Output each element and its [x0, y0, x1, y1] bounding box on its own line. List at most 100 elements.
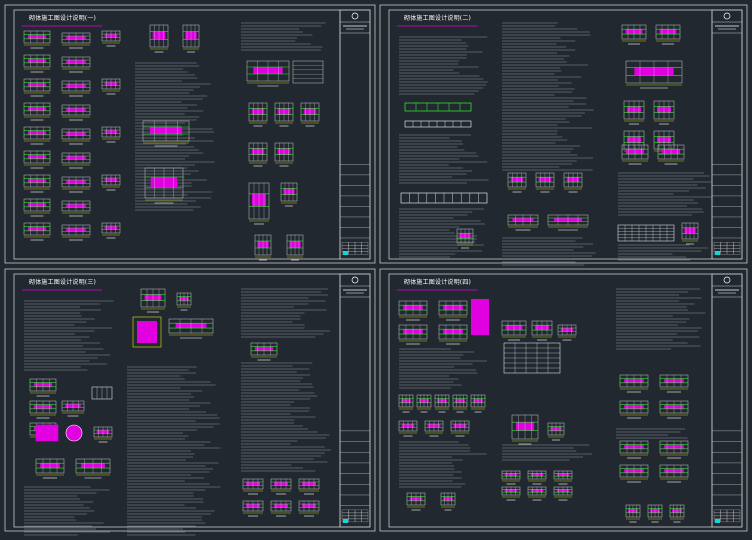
section-detail [659, 400, 689, 419]
section-detail [23, 150, 51, 169]
section-detail [621, 24, 647, 45]
section-detail [416, 394, 432, 413]
cad-drawing-set: 砌体施工图设计说明(一) 砌体施工图设计说明(二) 砌体施工图设计说明(三) 砌… [0, 0, 752, 536]
stair-detail [471, 299, 489, 335]
section-detail [398, 300, 428, 321]
section-detail [286, 234, 304, 261]
section-detail [507, 172, 527, 193]
design-notes-text [24, 486, 110, 536]
section-detail [557, 324, 577, 341]
section-detail [298, 500, 320, 517]
section-detail [619, 400, 649, 419]
sheet-title-top-left: 砌体施工图设计说明(一) [29, 15, 97, 22]
section-detail [248, 102, 268, 127]
qr-mark-icon [343, 251, 348, 255]
section-detail [470, 394, 486, 413]
section-detail [563, 172, 583, 193]
design-notes-text [399, 441, 487, 488]
section-detail [101, 78, 121, 95]
section-detail [625, 60, 683, 89]
design-notes-text [399, 134, 489, 184]
circle-stamp-icon [351, 276, 359, 284]
section-detail [424, 420, 444, 437]
section-detail [501, 470, 521, 485]
section-detail [61, 80, 91, 97]
circle-stamp-icon [723, 276, 731, 284]
section-detail [274, 102, 294, 127]
design-notes-text [399, 36, 488, 95]
section-detail [61, 32, 91, 49]
title-block [711, 273, 743, 528]
qr-mark-icon [343, 519, 348, 523]
sheet-outer-frame [4, 268, 376, 532]
section-detail [176, 292, 192, 311]
section-detail [280, 182, 298, 207]
section-detail [553, 486, 573, 501]
section-detail [101, 174, 121, 191]
section-detail [61, 400, 85, 417]
section-detail [456, 228, 474, 249]
section-detail [511, 414, 539, 445]
design-notes-text [135, 62, 215, 211]
section-detail [61, 128, 91, 145]
section-detail [23, 126, 51, 145]
design-notes-text [502, 444, 593, 461]
section-detail [274, 142, 294, 167]
section-detail [657, 144, 685, 165]
section-detail [140, 288, 166, 313]
circle-stamp-icon [723, 12, 731, 20]
section-detail [250, 342, 278, 361]
sheet-title-top-right: 砌体施工图设计说明(二) [404, 15, 472, 22]
section-detail [23, 102, 51, 121]
section-detail [23, 30, 51, 49]
section-detail [619, 464, 649, 483]
section-detail [242, 478, 264, 495]
sheet-title-bottom-right: 砌体施工图设计说明(四) [404, 279, 472, 286]
section-detail [75, 458, 111, 479]
section-detail [23, 174, 51, 193]
design-notes-text [616, 288, 706, 350]
section-detail [452, 394, 468, 413]
design-notes-text [399, 348, 487, 389]
qr-mark-icon [715, 251, 720, 255]
section-detail [101, 126, 121, 143]
section-detail [647, 504, 663, 523]
design-notes-text [241, 288, 331, 338]
section-detail [527, 470, 547, 485]
section-detail [248, 182, 270, 225]
section-detail [623, 100, 645, 125]
section-detail [61, 176, 91, 193]
section-detail [553, 470, 573, 485]
design-notes-text [618, 172, 713, 216]
section-detail [501, 320, 527, 341]
section-detail [182, 24, 200, 53]
section-detail [653, 100, 675, 125]
section-detail [507, 214, 539, 231]
section-detail [61, 56, 91, 73]
section-detail [659, 374, 689, 393]
section-detail [659, 440, 689, 459]
section-detail [619, 440, 649, 459]
title-block [339, 273, 371, 528]
section-detail [535, 172, 555, 193]
section-detail [168, 318, 214, 339]
design-notes-text [127, 366, 221, 536]
section-detail [438, 300, 468, 321]
section-detail [29, 378, 57, 397]
section-detail [300, 102, 320, 127]
title-block [711, 9, 743, 260]
section-detail [450, 420, 470, 437]
circular-plan-icon [65, 424, 83, 442]
plan-detail [35, 424, 59, 442]
schedule-table [292, 60, 324, 84]
section-detail [270, 500, 292, 517]
section-detail [434, 394, 450, 413]
section-detail [406, 492, 426, 511]
section-detail [547, 422, 565, 441]
sheet-outer-frame [379, 4, 748, 264]
design-notes-text [241, 362, 331, 472]
design-notes-text [618, 244, 708, 261]
section-detail [61, 104, 91, 121]
section-detail [438, 324, 468, 345]
qr-mark-icon [715, 519, 720, 523]
